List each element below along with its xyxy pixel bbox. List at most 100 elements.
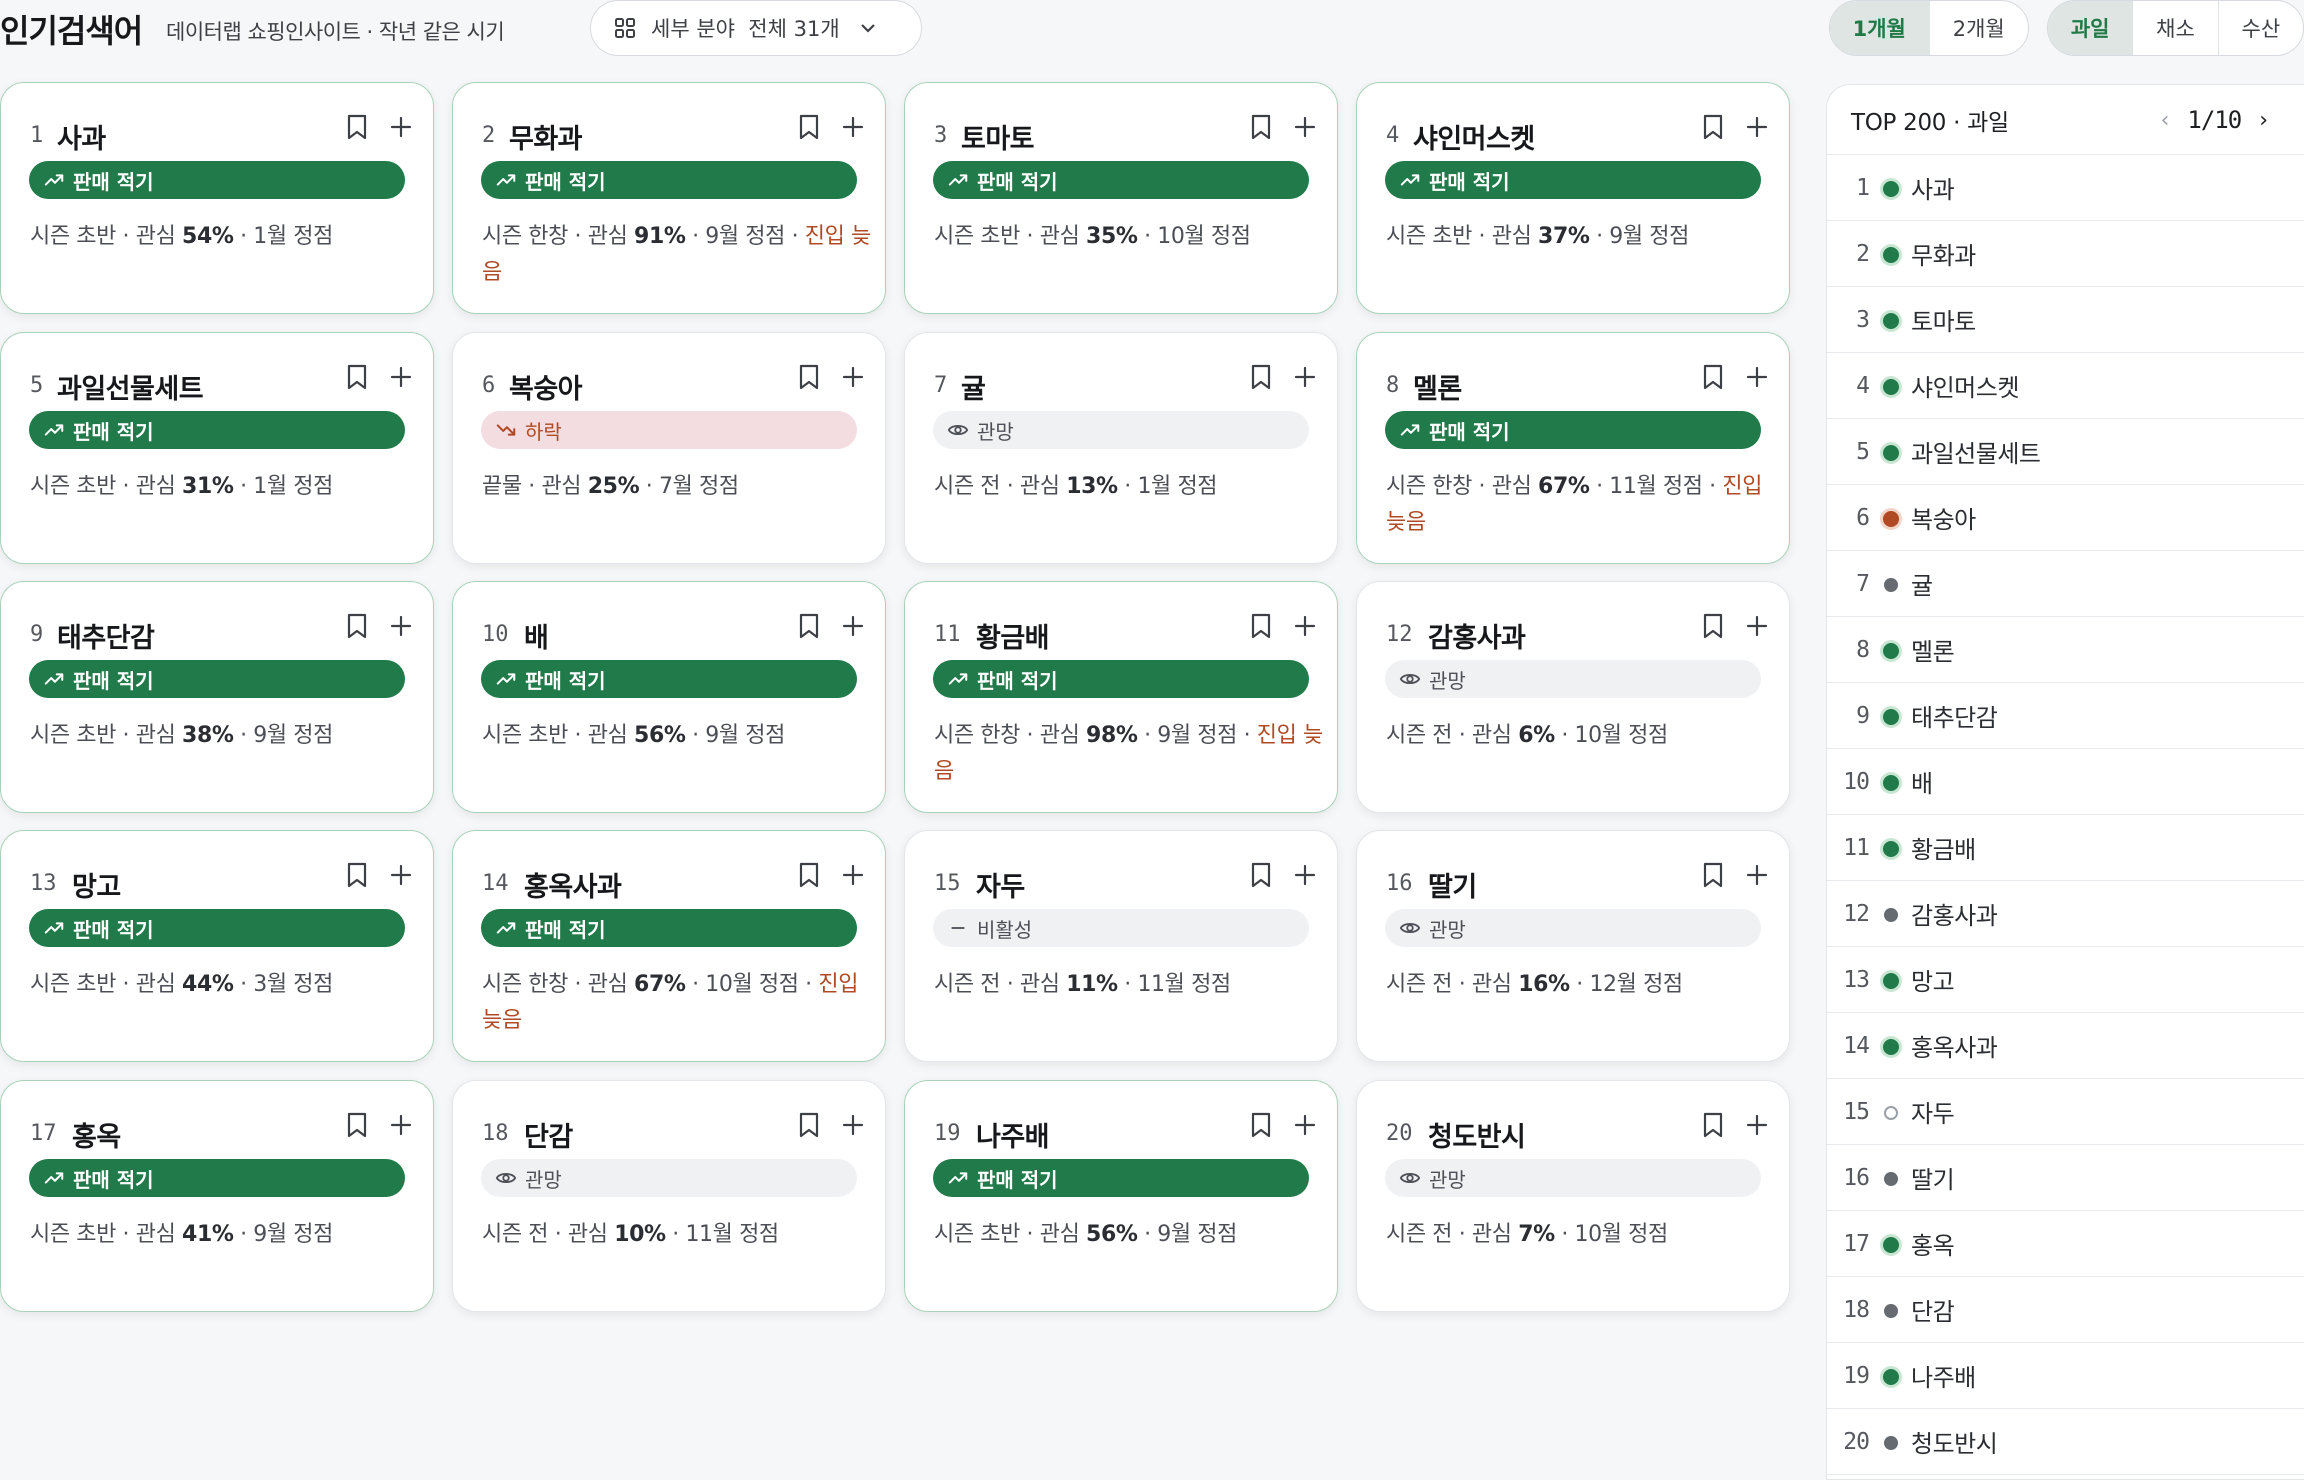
tab-vegetable[interactable]: 채소	[2132, 1, 2217, 55]
plus-icon[interactable]	[1294, 1114, 1316, 1136]
rank-list-item[interactable]: 9 태추단감	[1827, 683, 2304, 749]
rank-list-item[interactable]: 8 멜론	[1827, 617, 2304, 683]
list-rank: 10	[1843, 768, 1870, 795]
keyword-card[interactable]: 18 단감 관망 시즌 전 · 관심 10% · 11월 정점	[452, 1080, 886, 1312]
card-description: 시즌 한창 · 관심 67% · 11월 정점 · 진입 늦음	[1386, 474, 1763, 535]
rank-list-item[interactable]: 20 청도반시	[1827, 1409, 2304, 1475]
rank-list-item[interactable]: 13 망고	[1827, 947, 2304, 1013]
list-rank: 16	[1843, 1164, 1870, 1191]
plus-icon[interactable]	[1294, 615, 1316, 637]
plus-icon[interactable]	[1746, 864, 1768, 886]
bookmark-icon[interactable]	[798, 363, 820, 391]
tab-2-months[interactable]: 2개월	[1928, 1, 2029, 55]
bookmark-icon[interactable]	[346, 612, 368, 640]
peak-text: 9월 정점	[705, 723, 785, 748]
rank-list-item[interactable]: 4 샤인머스켓	[1827, 353, 2304, 419]
bookmark-icon[interactable]	[1702, 1111, 1724, 1139]
bookmark-icon[interactable]	[798, 113, 820, 141]
rank-list-item[interactable]: 15 자두	[1827, 1079, 2304, 1145]
plus-icon[interactable]	[390, 366, 412, 388]
plus-icon[interactable]	[1294, 864, 1316, 886]
keyword-card[interactable]: 2 무화과 판매 적기 시즌 한창 · 관심 91% · 9월 정점 · 진입 …	[452, 82, 886, 314]
bookmark-icon[interactable]	[346, 113, 368, 141]
bookmark-icon[interactable]	[798, 612, 820, 640]
card-description: 시즌 초반 · 관심 56% · 9월 정점	[482, 723, 785, 748]
keyword-card[interactable]: 19 나주배 판매 적기 시즌 초반 · 관심 56% · 9월 정점	[904, 1080, 1338, 1312]
keyword-card[interactable]: 16 딸기 관망 시즌 전 · 관심 16% · 12월 정점	[1356, 830, 1790, 1062]
plus-icon[interactable]	[390, 864, 412, 886]
plus-icon[interactable]	[390, 1114, 412, 1136]
bookmark-icon[interactable]	[1250, 1111, 1272, 1139]
list-keyword: 나주배	[1911, 1364, 1976, 1392]
plus-icon[interactable]	[1294, 366, 1316, 388]
bookmark-icon[interactable]	[346, 363, 368, 391]
bookmark-icon[interactable]	[1250, 612, 1272, 640]
bookmark-icon[interactable]	[346, 861, 368, 889]
rank-list-item[interactable]: 10 배	[1827, 749, 2304, 815]
tab-seafood[interactable]: 수산	[2217, 1, 2303, 55]
plus-icon[interactable]	[1746, 615, 1768, 637]
plus-icon[interactable]	[842, 366, 864, 388]
plus-icon[interactable]	[1746, 1114, 1768, 1136]
bookmark-icon[interactable]	[1250, 113, 1272, 141]
rank-list-item[interactable]: 2 무화과	[1827, 221, 2304, 287]
keyword-card[interactable]: 13 망고 판매 적기 시즌 초반 · 관심 44% · 3월 정점	[0, 830, 434, 1062]
rank-list-item[interactable]: 19 나주배	[1827, 1343, 2304, 1409]
plus-icon[interactable]	[1294, 116, 1316, 138]
keyword-card[interactable]: 11 황금배 판매 적기 시즌 한창 · 관심 98% · 9월 정점 · 진입…	[904, 581, 1338, 813]
chevron-left-icon[interactable]: ‹	[2161, 108, 2170, 133]
keyword-card[interactable]: 12 감홍사과 관망 시즌 전 · 관심 6% · 10월 정점	[1356, 581, 1790, 813]
keyword-card[interactable]: 1 사과 판매 적기 시즌 초반 · 관심 54% · 1월 정점	[0, 82, 434, 314]
plus-icon[interactable]	[842, 116, 864, 138]
card-keyword: 황금배	[976, 623, 1050, 654]
rank-list-item[interactable]: 5 과일선물세트	[1827, 419, 2304, 485]
peak-text: 12월 정점	[1589, 972, 1683, 997]
keyword-card[interactable]: 10 배 판매 적기 시즌 초반 · 관심 56% · 9월 정점	[452, 581, 886, 813]
plus-icon[interactable]	[1746, 366, 1768, 388]
plus-icon[interactable]	[1746, 116, 1768, 138]
keyword-card[interactable]: 8 멜론 판매 적기 시즌 한창 · 관심 67% · 11월 정점 · 진입 …	[1356, 332, 1790, 564]
plus-icon[interactable]	[842, 615, 864, 637]
rank-list-item[interactable]: 6 복숭아	[1827, 485, 2304, 551]
keyword-card[interactable]: 17 홍옥 판매 적기 시즌 초반 · 관심 41% · 9월 정점	[0, 1080, 434, 1312]
keyword-card[interactable]: 15 자두 비활성 시즌 전 · 관심 11% · 11월 정점	[904, 830, 1338, 1062]
tab-1-month[interactable]: 1개월	[1830, 1, 1929, 55]
bookmark-icon[interactable]	[1702, 363, 1724, 391]
rank-list-item[interactable]: 1 사과	[1827, 155, 2304, 221]
chevron-right-icon[interactable]: ›	[2259, 108, 2268, 133]
bookmark-icon[interactable]	[1702, 113, 1724, 141]
rank-list-item[interactable]: 12 감홍사과	[1827, 881, 2304, 947]
rank-list-item[interactable]: 7 귤	[1827, 551, 2304, 617]
keyword-card[interactable]: 6 복숭아 하락 끝물 · 관심 25% · 7월 정점	[452, 332, 886, 564]
keyword-card[interactable]: 9 태추단감 판매 적기 시즌 초반 · 관심 38% · 9월 정점	[0, 581, 434, 813]
bookmark-icon[interactable]	[798, 861, 820, 889]
keyword-card[interactable]: 7 귤 관망 시즌 전 · 관심 13% · 1월 정점	[904, 332, 1338, 564]
tab-fruit[interactable]: 과일	[2048, 1, 2133, 55]
rank-list-item[interactable]: 3 토마토	[1827, 287, 2304, 353]
season-text: 시즌 전	[1386, 1222, 1453, 1247]
card-rank: 18	[482, 1121, 509, 1146]
bookmark-icon[interactable]	[346, 1111, 368, 1139]
keyword-card[interactable]: 5 과일선물세트 판매 적기 시즌 초반 · 관심 31% · 1월 정점	[0, 332, 434, 564]
keyword-card[interactable]: 20 청도반시 관망 시즌 전 · 관심 7% · 10월 정점	[1356, 1080, 1790, 1312]
keyword-card[interactable]: 3 토마토 판매 적기 시즌 초반 · 관심 35% · 10월 정점	[904, 82, 1338, 314]
plus-icon[interactable]	[390, 116, 412, 138]
plus-icon[interactable]	[390, 615, 412, 637]
bookmark-icon[interactable]	[1250, 861, 1272, 889]
bookmark-icon[interactable]	[798, 1111, 820, 1139]
keyword-card[interactable]: 4 샤인머스켓 판매 적기 시즌 초반 · 관심 37% · 9월 정점	[1356, 82, 1790, 314]
keyword-card[interactable]: 14 홍옥사과 판매 적기 시즌 한창 · 관심 67% · 10월 정점 · …	[452, 830, 886, 1062]
rank-list-item[interactable]: 17 홍옥	[1827, 1211, 2304, 1277]
bookmark-icon[interactable]	[1702, 612, 1724, 640]
rank-list-item[interactable]: 18 단감	[1827, 1277, 2304, 1343]
rank-list-item[interactable]: 11 황금배	[1827, 815, 2304, 881]
rank-list-item[interactable]: 14 홍옥사과	[1827, 1013, 2304, 1079]
category-filter-button[interactable]: 세부 분야 전체 31개	[590, 0, 922, 56]
plus-icon[interactable]	[842, 1114, 864, 1136]
plus-icon[interactable]	[842, 864, 864, 886]
status-dot	[1884, 1106, 1898, 1120]
bookmark-icon[interactable]	[1250, 363, 1272, 391]
bookmark-icon[interactable]	[1702, 861, 1724, 889]
rank-list-item[interactable]: 16 딸기	[1827, 1145, 2304, 1211]
list-keyword: 배	[1911, 770, 1933, 798]
